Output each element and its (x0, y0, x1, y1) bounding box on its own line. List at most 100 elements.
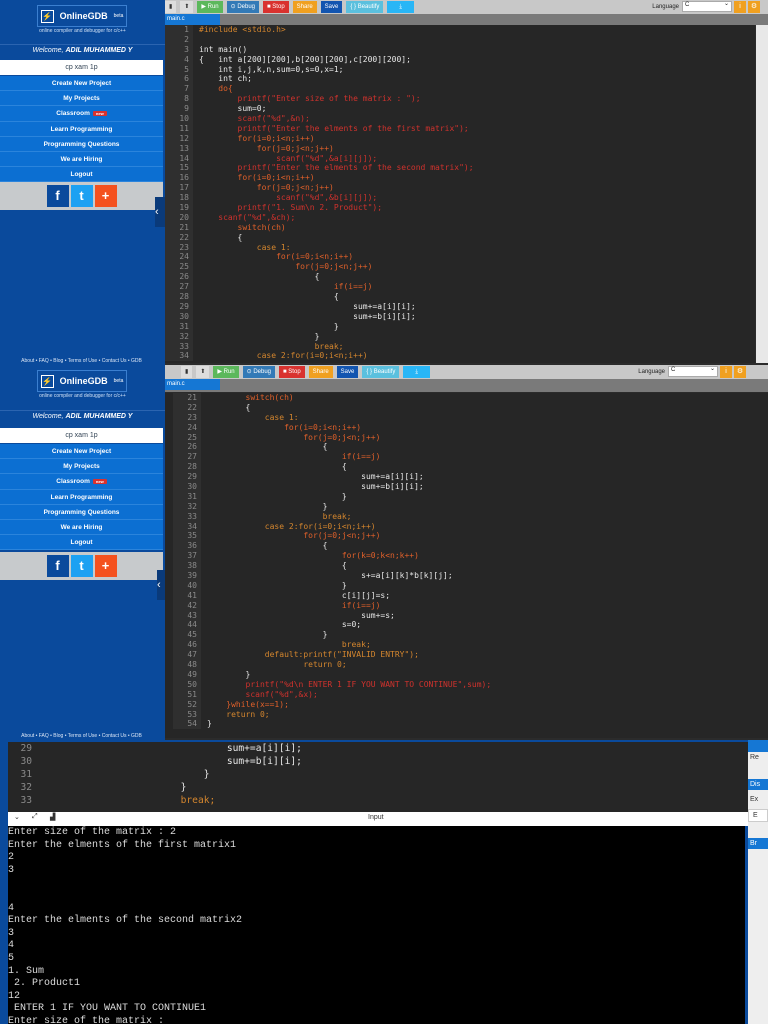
code-line: 25 for(j=0;j<n;j++) (173, 432, 768, 443)
expand-icon[interactable]: ⤢ (32, 813, 38, 821)
menu-we-are-hiring[interactable]: We are Hiring (0, 151, 163, 168)
line-number: 31 (8, 768, 36, 781)
run-button[interactable]: ▶ Run (213, 366, 239, 378)
new-file-icon[interactable]: ▮ (181, 366, 193, 378)
right-panel-item[interactable]: Re (748, 752, 768, 763)
menu-create-new-project[interactable]: Create New Project (0, 444, 163, 460)
file-tab-main-c[interactable]: main.c (165, 379, 220, 390)
console-line: Enter the elments of the first matrix1 (8, 839, 237, 851)
download-button[interactable]: ⤓ (387, 1, 415, 13)
code-text: s=0; (207, 620, 362, 630)
debug-button[interactable]: ⊙ Debug (226, 1, 260, 13)
app-subtitle: online compiler and debugger for c/c++ (39, 28, 126, 34)
logo[interactable]: ⚡ OnlineGDB beta (37, 370, 127, 392)
twitter-icon[interactable]: t (70, 185, 93, 207)
menu-learn-programming[interactable]: Learn Programming (0, 121, 163, 137)
code-line: 30 sum+=b[i][i]; (8, 755, 748, 768)
upload-icon[interactable]: ⬆ (180, 1, 194, 13)
menu-we-are-hiring[interactable]: We are Hiring (0, 519, 163, 536)
upload-icon[interactable]: ⬆ (196, 366, 210, 378)
code-line: 7 do{ (165, 84, 755, 95)
console-output[interactable]: Enter size of the matrix : 2 Enter the el… (8, 826, 745, 1024)
clear-console-icon[interactable]: ▟ (50, 813, 55, 821)
code-editor[interactable]: 21 switch(ch) 22 {23 case 1: 24 for(i=0;i<… (165, 393, 768, 738)
facebook-icon[interactable]: f (46, 185, 69, 207)
share-plus-icon[interactable]: + (94, 185, 117, 207)
menu-my-projects[interactable]: My Projects (0, 91, 163, 107)
code-text: { (199, 292, 339, 302)
line-number: 34 (165, 351, 193, 362)
line-number: 43 (173, 610, 201, 621)
settings-icon[interactable]: ⚙ (734, 366, 746, 378)
menu-logout[interactable]: Logout (0, 535, 163, 551)
menu-programming-questions[interactable]: Programming Questions (0, 504, 163, 520)
bolt-icon: ⚡ (40, 374, 54, 388)
code-text: case 1: (207, 412, 299, 422)
line-number: 31 (165, 321, 193, 332)
menu-programming-questions[interactable]: Programming Questions (0, 136, 163, 152)
code-text: } (207, 630, 328, 640)
beautify-button[interactable]: { } Beautify (362, 366, 400, 378)
file-tab-main-c[interactable]: main.c (165, 14, 220, 25)
project-name-input[interactable]: cp xam 1p (0, 60, 163, 75)
menu-classroom[interactable]: Classroom new (0, 106, 163, 122)
logo[interactable]: ⚡ OnlineGDB beta (37, 5, 127, 27)
stop-button[interactable]: ■ Stop (279, 366, 305, 378)
debug-button[interactable]: ⊙ Debug (242, 366, 276, 378)
language-select[interactable]: C (682, 0, 732, 12)
project-name-input[interactable]: cp xam 1p (0, 428, 163, 443)
right-panel-item[interactable]: Dis (748, 779, 768, 790)
info-icon[interactable]: i (734, 1, 746, 13)
line-number: 29 (165, 301, 193, 312)
collapse-sidebar-button[interactable]: ‹ (155, 197, 165, 227)
code-line: 5 int i,j,k,n,sum=0,s=0,x=1; (165, 64, 755, 75)
code-line: 53 return 0; (173, 709, 768, 720)
right-panel-item[interactable]: Br (748, 838, 768, 849)
line-number: 22 (173, 402, 201, 413)
footer-links[interactable]: About • FAQ • Blog • Terms of Use • Cont… (0, 358, 163, 365)
line-number: 35 (173, 531, 201, 542)
twitter-icon[interactable]: t (70, 555, 93, 577)
facebook-icon[interactable]: f (46, 555, 69, 577)
beautify-button[interactable]: { } Beautify (346, 1, 384, 13)
menu-create-new-project[interactable]: Create New Project (0, 76, 163, 92)
language-select[interactable]: C (668, 365, 718, 377)
stop-button[interactable]: ■ Stop (263, 1, 289, 13)
download-button[interactable]: ⤓ (403, 366, 431, 378)
share-button[interactable]: Share (308, 366, 333, 378)
menu-learn-programming[interactable]: Learn Programming (0, 489, 163, 505)
menu-my-projects[interactable]: My Projects (0, 459, 163, 475)
line-number: 25 (173, 432, 201, 443)
line-number: 19 (165, 203, 193, 213)
menu-logout[interactable]: Logout (0, 167, 163, 183)
code-line: 33 break; (173, 511, 768, 522)
new-file-icon[interactable]: ▮ (165, 1, 177, 13)
code-editor[interactable]: 1 #include <stdio.h> 2 3 int main() 4 { int a[… (165, 25, 755, 363)
run-button[interactable]: ▶ Run (197, 1, 223, 13)
right-panel-item[interactable]: Ex (748, 790, 768, 809)
code-text: { (199, 232, 243, 242)
code-line: 46 break; (173, 640, 768, 651)
code-line: 34 case 2:for(i=0;i<n;i++) (165, 351, 755, 362)
footer-links[interactable]: About • FAQ • Blog • Terms of Use • Cont… (0, 733, 163, 740)
collapse-chevron-icon[interactable]: ⌄ (14, 813, 20, 821)
info-icon[interactable]: i (720, 366, 732, 378)
share-button[interactable]: Share (292, 1, 317, 13)
code-text: for(j=0;j<n;j++) (207, 432, 381, 442)
save-button[interactable]: Save (336, 366, 359, 378)
code-line: 35 for(j=0;j<n;j++) (173, 531, 768, 542)
share-plus-icon[interactable]: + (94, 555, 117, 577)
line-number: 33 (8, 794, 36, 807)
code-line: 33 break; (8, 794, 748, 807)
menu-classroom[interactable]: Classroom new (0, 474, 163, 490)
line-number: 24 (173, 422, 201, 433)
editor-scrollbar[interactable] (756, 25, 768, 363)
right-panel-item[interactable]: E (748, 809, 768, 822)
code-line: 27 if(i==j) (173, 452, 768, 463)
settings-icon[interactable]: ⚙ (748, 1, 760, 13)
code-text: { (207, 561, 347, 571)
save-button[interactable]: Save (320, 1, 343, 13)
code-line: 49 } (173, 669, 768, 680)
code-editor[interactable]: 29 sum+=a[i][i]; 30 sum+=b[i][i]; 31 } 32 }… (8, 742, 748, 812)
